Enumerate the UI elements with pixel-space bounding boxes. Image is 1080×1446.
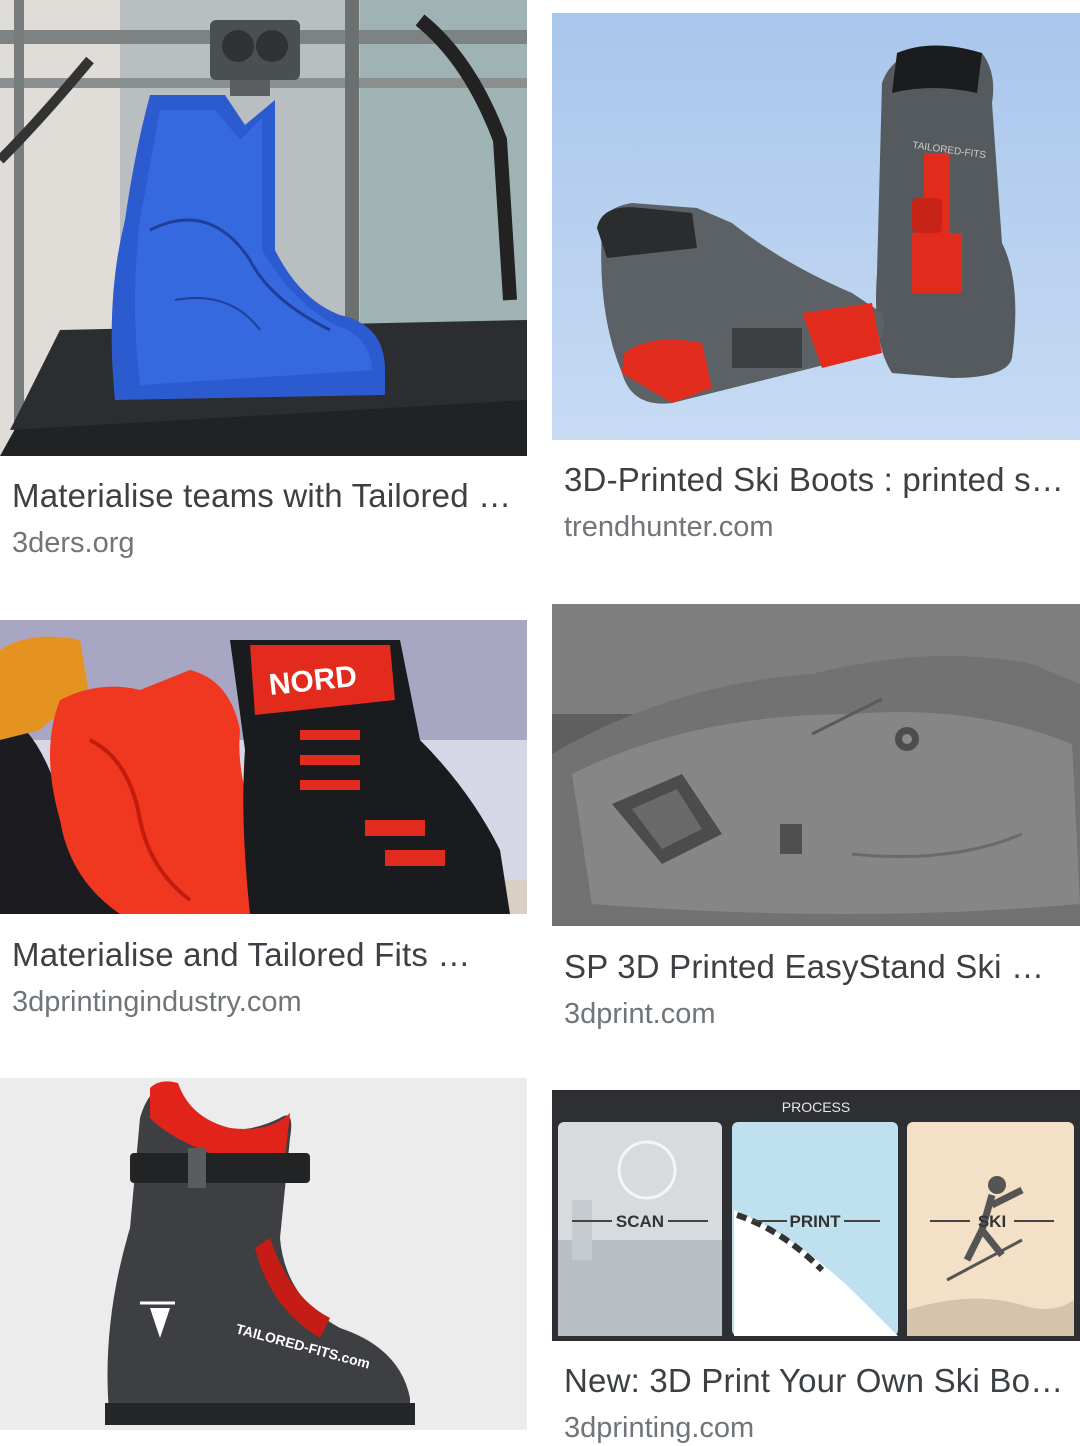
result-card-3[interactable]: NORD Materialise and Tailored Fits … 3dp… bbox=[0, 620, 528, 1040]
result-thumbnail-6[interactable]: PROCESS SCAN PRINT SKI bbox=[552, 1090, 1080, 1341]
black-ski-boot-image: TAILORED-FITS.com bbox=[0, 1078, 527, 1430]
result-card-2[interactable]: TAILORED-FITS 3D-Printed Ski Boots : pri… bbox=[552, 0, 1080, 580]
result-source-6: 3dprinting.com bbox=[564, 1412, 755, 1444]
result-title-2[interactable]: 3D-Printed Ski Boots : printed ski boots bbox=[564, 460, 1064, 500]
red-liner-and-nordica-boot-image: NORD bbox=[0, 620, 527, 914]
result-thumbnail-5[interactable]: TAILORED-FITS.com bbox=[0, 1078, 527, 1430]
result-thumbnail-1[interactable] bbox=[0, 0, 527, 456]
ski-boots-image: TAILORED-FITS bbox=[552, 13, 1080, 440]
result-source-4: 3dprint.com bbox=[564, 998, 716, 1030]
process-step-ski: SKI bbox=[978, 1212, 1006, 1231]
process-step-print: PRINT bbox=[790, 1212, 842, 1231]
process-panels-image: PROCESS SCAN PRINT SKI bbox=[552, 1090, 1080, 1341]
result-thumbnail-4[interactable] bbox=[552, 604, 1080, 926]
result-card-1[interactable]: Materialise teams with Tailored Fits … 3… bbox=[0, 0, 528, 580]
result-source-1: 3ders.org bbox=[12, 527, 135, 559]
process-step-scan: SCAN bbox=[616, 1212, 664, 1231]
result-card-6[interactable]: PROCESS SCAN PRINT SKI New: 3D Print You… bbox=[552, 1090, 1080, 1444]
boot-liner-image bbox=[0, 0, 527, 456]
result-title-4[interactable]: SP 3D Printed EasyStand Ski … bbox=[564, 947, 1064, 987]
result-title-6[interactable]: New: 3D Print Your Own Ski Boots bbox=[564, 1361, 1064, 1401]
result-thumbnail-2[interactable]: TAILORED-FITS bbox=[552, 13, 1080, 440]
result-thumbnail-3[interactable]: NORD bbox=[0, 620, 527, 914]
result-card-4[interactable]: SP 3D Printed EasyStand Ski … 3dprint.co… bbox=[552, 604, 1080, 1040]
result-source-2: trendhunter.com bbox=[564, 511, 774, 543]
process-heading: PROCESS bbox=[782, 1099, 850, 1115]
result-title-3[interactable]: Materialise and Tailored Fits … bbox=[12, 935, 512, 975]
result-card-5[interactable]: TAILORED-FITS.com bbox=[0, 1078, 528, 1440]
sand-printed-part-image bbox=[552, 604, 1080, 926]
result-title-1[interactable]: Materialise teams with Tailored Fits … bbox=[12, 476, 512, 516]
result-source-3: 3dprintingindustry.com bbox=[12, 986, 302, 1018]
